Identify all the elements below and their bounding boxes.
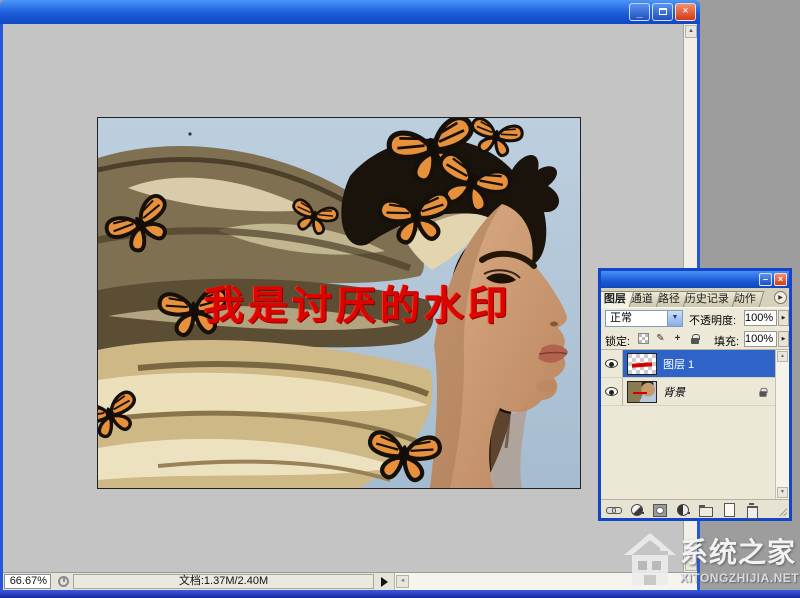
padlock-icon [691, 338, 699, 344]
minimize-button[interactable]: _ [629, 3, 650, 21]
blend-mode-value: 正常 [610, 312, 632, 324]
add-layer-mask-icon[interactable] [652, 503, 668, 516]
palette-menu-icon: ▶ [778, 295, 783, 301]
blend-mode-select[interactable]: 正常 ▼ [605, 310, 683, 327]
close-button[interactable]: × [675, 3, 696, 21]
palette-controls: 正常 ▼ 不透明度: 100% ▶ 锁定: ✎ + 填充: 100% ▶ [601, 307, 789, 349]
flyout-arrow-icon [381, 577, 388, 587]
layer-row-layer1[interactable]: 图层 1 [601, 350, 775, 378]
palette-close-icon: × [778, 274, 783, 284]
minimize-icon: _ [636, 6, 642, 21]
opacity-field[interactable]: 100% [744, 310, 777, 326]
site-domain: XITONGZHIJIA.NET [680, 571, 799, 585]
window-titlebar[interactable]: _ × [0, 0, 700, 24]
lock-position-button[interactable]: + [671, 332, 684, 345]
layer-name[interactable]: 背景 [663, 384, 685, 400]
spinner-arrow-icon: ▶ [782, 315, 786, 321]
document-info-text: 文档:1.37M/2.40M [179, 575, 268, 587]
palette-minimize-button[interactable]: – [759, 273, 772, 286]
photoshop-window: _ × [0, 0, 700, 590]
locked-layer-icon [759, 391, 766, 396]
document-canvas[interactable]: 我是讨厌的水印 [97, 117, 581, 489]
new-adjustment-layer-icon[interactable] [675, 503, 691, 516]
lock-buttons: ✎ + [637, 332, 701, 345]
background-thumbnail[interactable] [627, 381, 657, 403]
eye-icon [605, 359, 618, 368]
resize-grip-icon[interactable] [779, 508, 787, 516]
new-group-icon[interactable] [698, 503, 714, 516]
new-layer-icon[interactable] [721, 503, 737, 516]
scroll-up-button[interactable]: ▲ [685, 25, 697, 38]
screen: _ × [0, 0, 800, 598]
scroll-left-icon: ◄ [400, 578, 406, 584]
scroll-left-button[interactable]: ◄ [396, 575, 409, 588]
spinner-arrow-icon: ▶ [782, 336, 786, 342]
scroll-up-icon: ▲ [780, 353, 785, 359]
scroll-up-icon: ▲ [688, 28, 694, 34]
list-scroll-up-button[interactable]: ▲ [777, 351, 788, 362]
brush-lock-icon: ✎ [656, 333, 664, 344]
tab-layers[interactable]: 图层 [601, 291, 634, 307]
lock-transparency-button[interactable] [637, 332, 650, 345]
timer-icon [58, 576, 69, 587]
palette-close-button[interactable]: × [774, 273, 787, 286]
fill-spinner-button[interactable]: ▶ [778, 331, 789, 347]
opacity-spinner-button[interactable]: ▶ [778, 310, 789, 326]
maximize-icon [659, 8, 667, 15]
house-logo-icon [622, 525, 678, 591]
eye-icon [605, 387, 618, 396]
visibility-toggle[interactable] [601, 378, 623, 406]
layers-list-scrollbar[interactable]: ▲ ▼ [775, 350, 789, 499]
zoom-level-field[interactable]: 66.67% [4, 574, 51, 589]
scroll-down-icon: ▼ [780, 489, 785, 495]
link-layers-icon[interactable] [606, 503, 622, 516]
fill-field[interactable]: 100% [744, 331, 777, 347]
list-scroll-down-button[interactable]: ▼ [777, 487, 788, 498]
transparency-lock-icon [638, 333, 649, 344]
delete-layer-icon[interactable] [744, 503, 760, 516]
visibility-toggle[interactable] [601, 350, 623, 378]
status-bar: 66.67% 文档:1.37M/2.40M ◄ [3, 572, 697, 590]
tab-history-label: 历史记录 [685, 292, 729, 307]
lock-label: 锁定: [605, 333, 630, 349]
add-layer-style-icon[interactable] [629, 503, 645, 516]
palette-menu-button[interactable]: ▶ [774, 291, 787, 304]
lock-pixels-button[interactable]: ✎ [654, 332, 667, 345]
canvas-workspace: 我是讨厌的水印 [3, 24, 683, 572]
layers-palette: – × 图层 通道 路径 历史记录 动作 ▶ 正常 ▼ 不透明度: 100% ▶… [598, 268, 792, 521]
layer-name[interactable]: 图层 1 [663, 356, 694, 372]
palette-tabs: 图层 通道 路径 历史记录 动作 ▶ [601, 288, 789, 307]
palette-minimize-icon: – [763, 274, 768, 284]
maximize-button[interactable] [652, 3, 673, 21]
layer-row-background[interactable]: 背景 [601, 378, 775, 406]
palette-titlebar[interactable]: – × [601, 271, 789, 288]
tab-paths-label: 路径 [658, 292, 680, 307]
status-flyout-button[interactable] [379, 576, 391, 588]
close-icon: × [682, 5, 688, 17]
chevron-down-icon[interactable]: ▼ [667, 311, 682, 326]
palette-footer [601, 499, 789, 518]
tab-layers-label: 图层 [604, 292, 626, 307]
document-info-field: 文档:1.37M/2.40M [73, 574, 374, 589]
fill-label: 填充: [714, 333, 739, 349]
site-watermark: 系统之家 XITONGZHIJIA.NET [622, 518, 800, 598]
site-name: 系统之家 [680, 531, 799, 571]
layer1-thumbnail[interactable] [627, 353, 657, 375]
tab-actions-label: 动作 [734, 292, 756, 307]
image-watermark-text: 我是讨厌的水印 [204, 284, 540, 328]
opacity-label: 不透明度: [689, 312, 736, 328]
layers-list: 图层 1 背景 ▲ ▼ [601, 349, 789, 499]
tab-channels-label: 通道 [631, 292, 653, 307]
lock-all-button[interactable] [688, 332, 701, 345]
window-controls: _ × [629, 3, 696, 21]
move-lock-icon: + [675, 333, 681, 344]
